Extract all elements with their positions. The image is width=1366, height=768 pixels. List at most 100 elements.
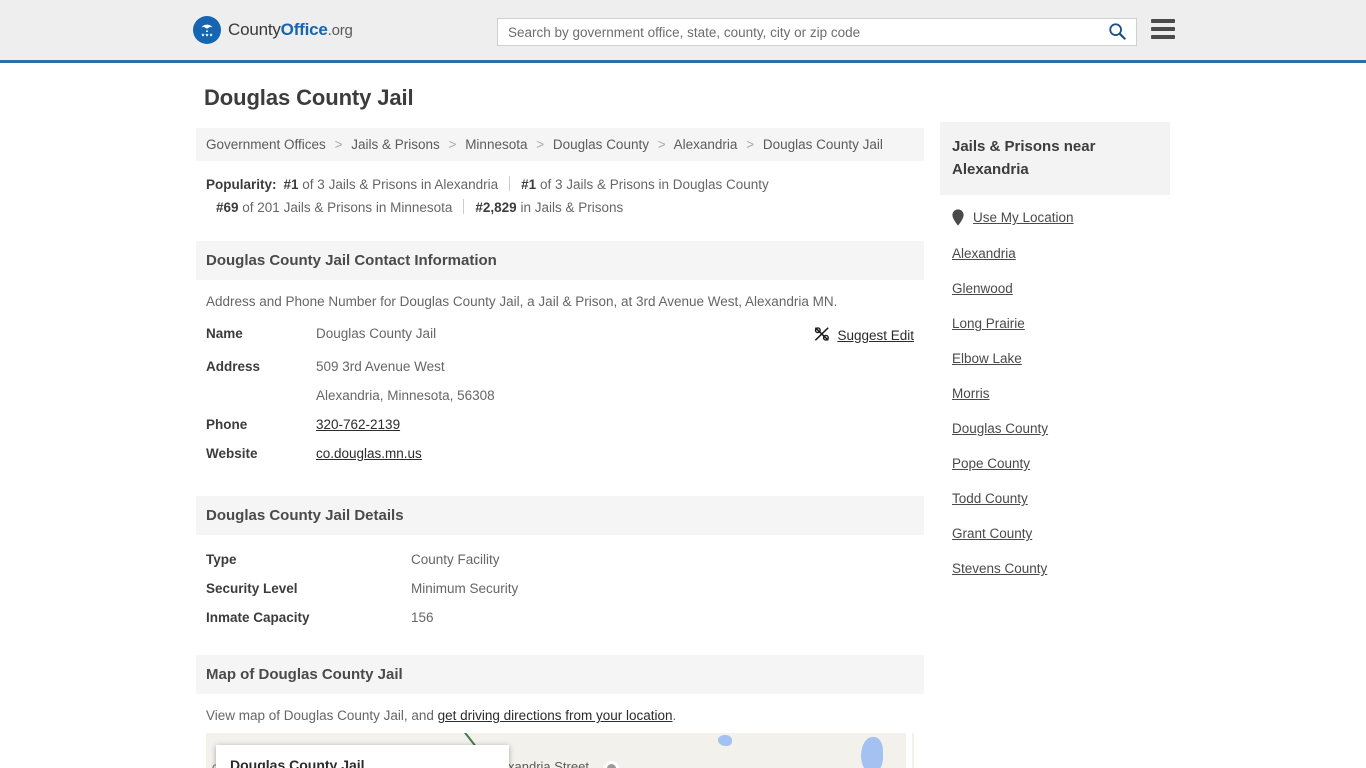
breadcrumb-separator: > — [536, 137, 545, 152]
map-intro-text-before: View map of Douglas County Jail, and — [206, 708, 438, 723]
contact-row-key: Phone — [206, 417, 248, 432]
popularity-rank-text: of 3 Jails & Prisons in Douglas County — [536, 177, 769, 192]
popularity-label: Popularity: — [206, 177, 277, 192]
sidebar-link[interactable]: Douglas County — [952, 421, 1048, 436]
popularity-divider — [463, 199, 465, 214]
phone-link[interactable]: 320-762-2139 — [316, 417, 400, 432]
site-logo[interactable]: CountyOffice.org — [193, 16, 353, 44]
search-bar[interactable] — [497, 18, 1137, 46]
popularity-rank-overall: #2,829 in Jails & Prisons — [475, 196, 623, 219]
search-icon — [1108, 22, 1126, 43]
popularity-divider — [509, 176, 511, 191]
breadcrumb-separator: > — [334, 137, 343, 152]
map-intro-text-after: . — [672, 708, 677, 723]
contact-row-key-blank — [196, 381, 306, 410]
table-row: Name Douglas County Jail Suggest Edit — [196, 319, 924, 352]
details-row-value-security-level: Minimum Security — [411, 581, 519, 596]
logo-wordmark: CountyOffice.org — [228, 20, 353, 40]
breadcrumb-item-douglas-county[interactable]: Douglas County — [553, 137, 649, 152]
page-title: Douglas County Jail — [204, 85, 414, 110]
sidebar-item-douglas-county[interactable]: Douglas County — [952, 411, 1158, 446]
use-my-location-link[interactable]: Use My Location — [973, 210, 1074, 225]
details-row-value-inmate-capacity: 156 — [411, 610, 434, 625]
contact-row-key: Address — [206, 359, 261, 374]
contact-row-value-address-line1: 509 3rd Avenue West — [316, 359, 445, 374]
popularity-rank-value: #69 — [216, 200, 239, 215]
contact-row-key: Website — [206, 446, 258, 461]
hamburger-bar — [1151, 19, 1175, 23]
breadcrumb-item-minnesota[interactable]: Minnesota — [465, 137, 527, 152]
popularity-rank-text: in Jails & Prisons — [516, 200, 624, 215]
sidebar-link[interactable]: Pope County — [952, 456, 1030, 471]
sidebar-link-list: Use My Location Alexandria Glenwood Long… — [940, 199, 1170, 586]
search-button[interactable] — [1104, 22, 1136, 43]
sidebar-link[interactable]: Stevens County — [952, 561, 1047, 576]
table-row: Security Level Minimum Security — [196, 574, 924, 603]
contact-row-value-name: Douglas County Jail — [316, 326, 437, 341]
sidebar-item-stevens-county[interactable]: Stevens County — [952, 551, 1158, 586]
breadcrumb-separator: > — [657, 137, 666, 152]
sidebar-heading: Jails & Prisons near Alexandria — [940, 122, 1170, 195]
search-input[interactable] — [498, 19, 1104, 45]
table-row: Address 509 3rd Avenue West — [196, 352, 924, 381]
logo-text-dotorg: .org — [327, 22, 353, 39]
table-row: Inmate Capacity 156 — [196, 603, 924, 632]
site-header: CountyOffice.org — [0, 0, 1366, 63]
popularity-rank-value: #1 — [521, 177, 537, 192]
details-row-key-security-level: Security Level — [206, 581, 298, 596]
website-link[interactable]: co.douglas.mn.us — [316, 446, 422, 461]
map-info-window[interactable]: Douglas County Jail — [216, 745, 509, 768]
contact-row-value-address-line2: Alexandria, Minnesota, 56308 — [316, 388, 495, 403]
map-pin-icon — [952, 209, 964, 226]
sidebar-link[interactable]: Alexandria — [952, 246, 1016, 261]
popularity-block: Popularity: #1 of 3 Jails & Prisons in A… — [196, 161, 924, 223]
map-poi-marker[interactable] — [604, 761, 619, 768]
suggest-edit-button[interactable]: Suggest Edit — [814, 326, 914, 345]
contact-row-value-phone: 320-762-2139 — [306, 410, 692, 439]
sidebar-item-glenwood[interactable]: Glenwood — [952, 271, 1158, 306]
hamburger-menu-icon[interactable] — [1151, 19, 1175, 39]
suggest-edit-cell: Suggest Edit — [692, 319, 924, 352]
popularity-rank-douglas-county: #1 of 3 Jails & Prisons in Douglas Count… — [521, 173, 769, 196]
map-road — [906, 733, 912, 768]
sidebar-item-grant-county[interactable]: Grant County — [952, 516, 1158, 551]
sidebar-item-long-prairie[interactable]: Long Prairie — [952, 306, 1158, 341]
sidebar-link[interactable]: Elbow Lake — [952, 351, 1022, 366]
contact-info-table: Name Douglas County Jail Suggest Edit Ad… — [196, 319, 924, 468]
popularity-rank-text: of 3 Jails & Prisons in Alexandria — [298, 177, 499, 192]
map-section-intro: View map of Douglas County Jail, and get… — [196, 694, 924, 733]
breadcrumb-separator: > — [746, 137, 755, 152]
details-section-heading: Douglas County Jail Details — [196, 496, 924, 535]
sidebar-link[interactable]: Morris — [952, 386, 990, 401]
sidebar-item-pope-county[interactable]: Pope County — [952, 446, 1158, 481]
sidebar-item-elbow-lake[interactable]: Elbow Lake — [952, 341, 1158, 376]
sidebar-link[interactable]: Long Prairie — [952, 316, 1025, 331]
eagle-seal-icon — [193, 16, 221, 44]
breadcrumb: Government Offices > Jails & Prisons > M… — [196, 128, 924, 161]
popularity-rank-value: #1 — [283, 177, 299, 192]
logo-text-county: County — [228, 20, 281, 39]
breadcrumb-item-jails-prisons[interactable]: Jails & Prisons — [351, 137, 440, 152]
table-row: Website co.douglas.mn.us — [196, 439, 924, 468]
details-row-key-inmate-capacity: Inmate Capacity — [206, 610, 310, 625]
breadcrumb-item-government-offices[interactable]: Government Offices — [206, 137, 326, 152]
sidebar: Jails & Prisons near Alexandria Use My L… — [940, 122, 1170, 586]
map-embed[interactable]: xandria Street c Douglas County Jail — [206, 733, 914, 768]
sidebar-item-alexandria[interactable]: Alexandria — [952, 236, 1158, 271]
popularity-rank-minnesota: #69 of 201 Jails & Prisons in Minnesota — [216, 196, 452, 219]
popularity-rank-value: #2,829 — [475, 200, 517, 215]
sidebar-item-todd-county[interactable]: Todd County — [952, 481, 1158, 516]
contact-section-description: Address and Phone Number for Douglas Cou… — [206, 294, 838, 309]
sidebar-link[interactable]: Glenwood — [952, 281, 1013, 296]
popularity-row-1: Popularity: #1 of 3 Jails & Prisons in A… — [206, 173, 914, 196]
hamburger-bar — [1151, 35, 1175, 39]
breadcrumb-item-alexandria[interactable]: Alexandria — [674, 137, 738, 152]
sidebar-link[interactable]: Todd County — [952, 491, 1028, 506]
contact-row-value-website: co.douglas.mn.us — [306, 439, 692, 468]
logo-text-office: Office — [280, 20, 328, 39]
sidebar-item-use-my-location[interactable]: Use My Location — [952, 199, 1158, 236]
driving-directions-link[interactable]: get driving directions from your locatio… — [438, 708, 673, 723]
sidebar-item-morris[interactable]: Morris — [952, 376, 1158, 411]
map-info-window-title: Douglas County Jail — [230, 757, 365, 768]
sidebar-link[interactable]: Grant County — [952, 526, 1032, 541]
